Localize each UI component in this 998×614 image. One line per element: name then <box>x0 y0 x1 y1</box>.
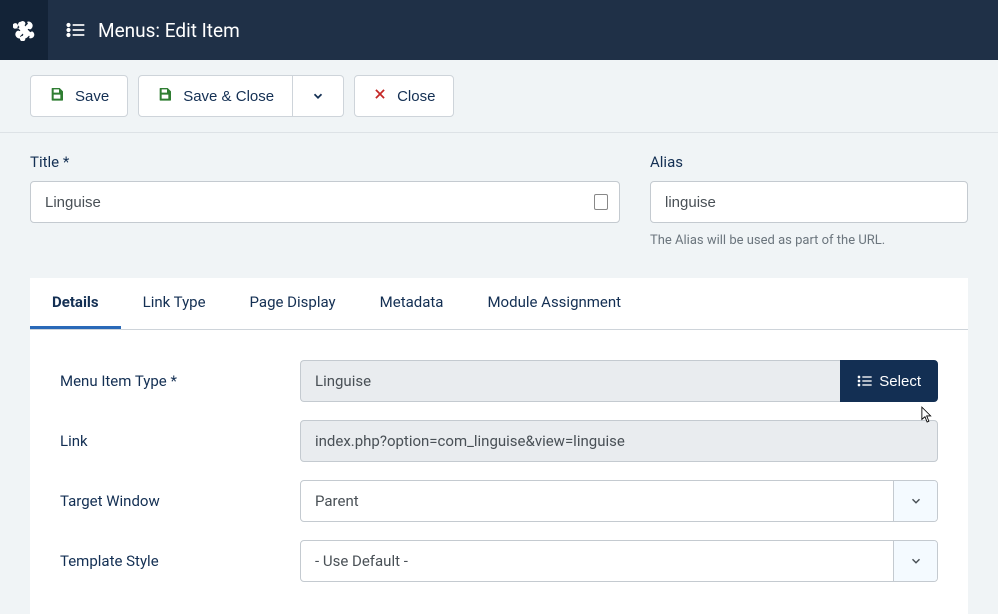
save-close-button[interactable]: Save & Close <box>138 75 293 117</box>
title-label: Title * <box>30 153 620 171</box>
joomla-icon <box>13 19 35 41</box>
target-window-select[interactable]: Parent <box>300 480 938 522</box>
page-title-bar: Menus: Edit Item <box>48 19 240 42</box>
chevron-down-icon <box>311 89 325 103</box>
template-style-label: Template Style <box>60 552 300 570</box>
alias-label: Alias <box>650 153 968 171</box>
save-close-group: Save & Close <box>138 75 344 117</box>
list-icon <box>857 373 873 389</box>
tab-page-display[interactable]: Page Display <box>228 278 358 329</box>
target-window-value: Parent <box>301 481 893 521</box>
select-menu-type-button[interactable]: Select <box>840 360 938 402</box>
tab-module-assignment[interactable]: Module Assignment <box>465 278 643 329</box>
title-alias-row: Title * Alias The Alias will be used as … <box>30 153 968 248</box>
menu-item-type-label: Menu Item Type * <box>60 372 300 390</box>
template-style-row: Template Style - Use Default - <box>60 540 938 582</box>
save-button[interactable]: Save <box>30 75 128 117</box>
alias-col: Alias The Alias will be used as part of … <box>650 153 968 248</box>
link-label: Link <box>60 432 300 450</box>
close-button[interactable]: Close <box>354 75 454 117</box>
tab-link-type[interactable]: Link Type <box>121 278 228 329</box>
tabs: Details Link Type Page Display Metadata … <box>30 278 968 330</box>
alias-help-text: The Alias will be used as part of the UR… <box>650 233 968 248</box>
menu-item-type-value: Linguise <box>300 360 840 402</box>
topbar: Menus: Edit Item <box>0 0 998 60</box>
toolbar: Save Save & Close Close <box>0 60 998 133</box>
page-title: Menus: Edit Item <box>98 19 240 42</box>
details-panel: Menu Item Type * Linguise Select <box>30 330 968 614</box>
tab-details[interactable]: Details <box>30 278 121 329</box>
save-icon <box>49 86 65 106</box>
menu-item-type-row: Menu Item Type * Linguise Select <box>60 360 938 402</box>
target-window-label: Target Window <box>60 492 300 510</box>
chevron-down-icon <box>893 481 937 521</box>
title-input[interactable] <box>30 181 620 223</box>
title-col: Title * <box>30 153 620 248</box>
list-icon <box>66 20 86 40</box>
content-area: Title * Alias The Alias will be used as … <box>0 133 998 614</box>
tab-metadata[interactable]: Metadata <box>358 278 466 329</box>
target-window-row: Target Window Parent <box>60 480 938 522</box>
chevron-down-icon <box>893 541 937 581</box>
link-row: Link index.php?option=com_linguise&view=… <box>60 420 938 462</box>
save-icon <box>157 86 173 106</box>
close-icon <box>373 87 387 105</box>
link-value: index.php?option=com_linguise&view=lingu… <box>300 420 938 462</box>
template-style-select[interactable]: - Use Default - <box>300 540 938 582</box>
alias-input[interactable] <box>650 181 968 223</box>
template-style-value: - Use Default - <box>301 541 893 581</box>
joomla-logo[interactable] <box>0 0 48 60</box>
save-dropdown-button[interactable] <box>293 75 344 117</box>
